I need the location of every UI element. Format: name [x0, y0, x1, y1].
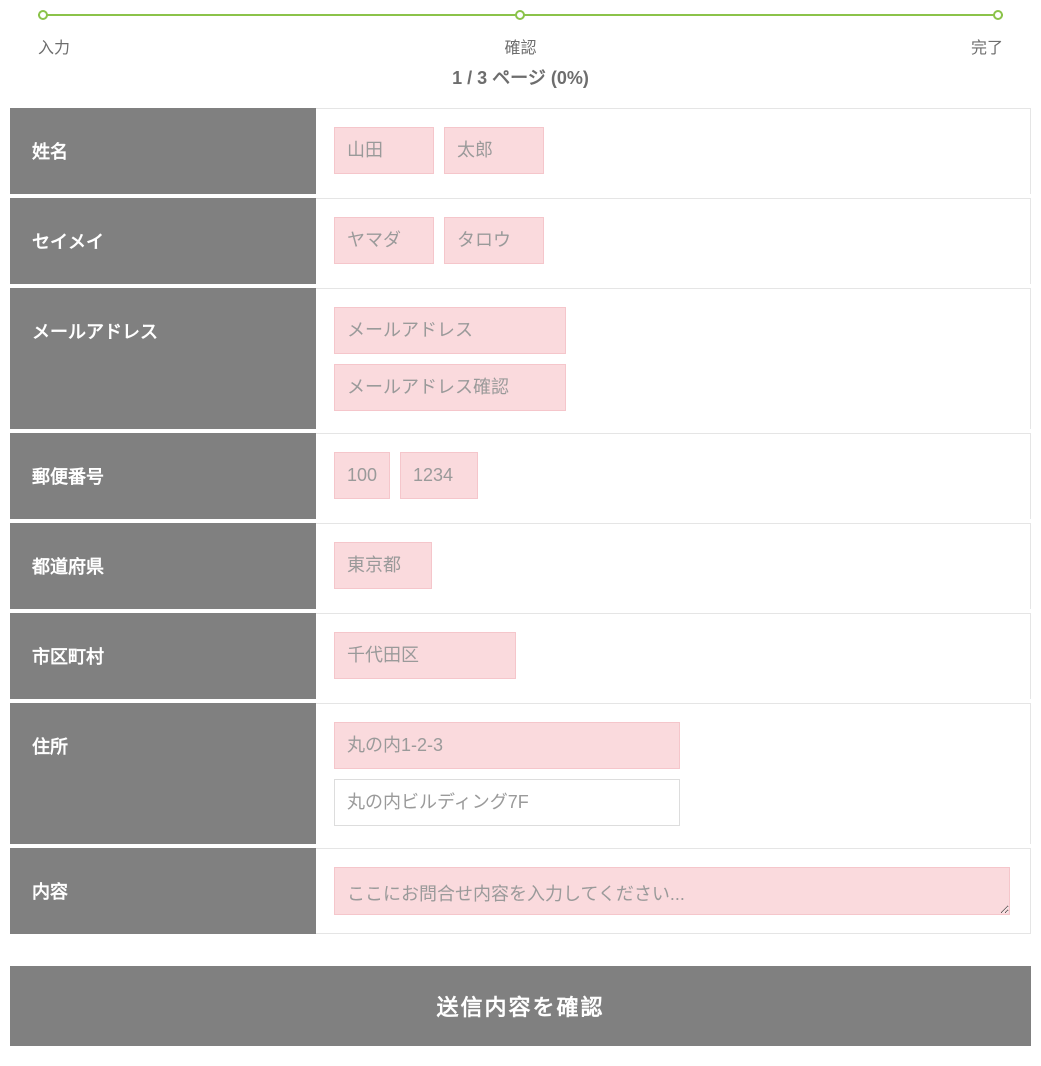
zip4-input[interactable]: [400, 452, 478, 499]
label-zip: 郵便番号: [10, 433, 316, 519]
page-indicator: 1 / 3 ページ (0%): [10, 64, 1031, 90]
content-textarea[interactable]: [334, 867, 1010, 915]
row-name: 姓名: [10, 108, 1031, 198]
row-city: 市区町村: [10, 613, 1031, 703]
address-line2-input[interactable]: [334, 779, 680, 826]
progress-bar: 入力 確認 完了: [38, 10, 1003, 58]
row-address: 住所: [10, 703, 1031, 848]
progress-dot-icon: [993, 10, 1003, 20]
cell-name: [316, 108, 1031, 194]
label-address: 住所: [10, 703, 316, 844]
cell-kana: [316, 198, 1031, 284]
city-input[interactable]: [334, 632, 516, 679]
email-input[interactable]: [334, 307, 566, 354]
submit-button[interactable]: 送信内容を確認: [10, 966, 1031, 1046]
contact-form: 姓名 セイメイ メールアドレス 郵便番号: [10, 108, 1031, 938]
label-pref: 都道府県: [10, 523, 316, 609]
progress-step-confirm: 確認: [504, 10, 536, 58]
progress-step-label: 完了: [971, 34, 1003, 58]
label-name: 姓名: [10, 108, 316, 194]
row-email: メールアドレス: [10, 288, 1031, 433]
cell-address: [316, 703, 1031, 844]
progress-steps: 入力 確認 完了: [38, 10, 1003, 58]
cell-city: [316, 613, 1031, 699]
label-city: 市区町村: [10, 613, 316, 699]
label-email: メールアドレス: [10, 288, 316, 429]
progress-step-label: 入力: [38, 34, 70, 58]
last-name-input[interactable]: [334, 127, 434, 174]
prefecture-input[interactable]: [334, 542, 432, 589]
progress-step-label: 確認: [504, 34, 536, 58]
progress-step-done: 完了: [971, 10, 1003, 58]
row-zip: 郵便番号: [10, 433, 1031, 523]
progress-dot-icon: [38, 10, 48, 20]
label-kana: セイメイ: [10, 198, 316, 284]
label-content: 内容: [10, 848, 316, 934]
zip3-input[interactable]: [334, 452, 390, 499]
form-page: 入力 確認 完了 1 / 3 ページ (0%) 姓名 セイメイ: [0, 10, 1041, 1066]
first-kana-input[interactable]: [444, 217, 544, 264]
email-confirm-input[interactable]: [334, 364, 566, 411]
progress-dot-icon: [515, 10, 525, 20]
progress-step-input: 入力: [38, 10, 70, 58]
last-kana-input[interactable]: [334, 217, 434, 264]
submit-wrap: 送信内容を確認: [10, 966, 1031, 1046]
cell-email: [316, 288, 1031, 429]
row-kana: セイメイ: [10, 198, 1031, 288]
cell-content: [316, 848, 1031, 934]
first-name-input[interactable]: [444, 127, 544, 174]
cell-pref: [316, 523, 1031, 609]
cell-zip: [316, 433, 1031, 519]
address-line1-input[interactable]: [334, 722, 680, 769]
row-pref: 都道府県: [10, 523, 1031, 613]
row-content: 内容: [10, 848, 1031, 938]
